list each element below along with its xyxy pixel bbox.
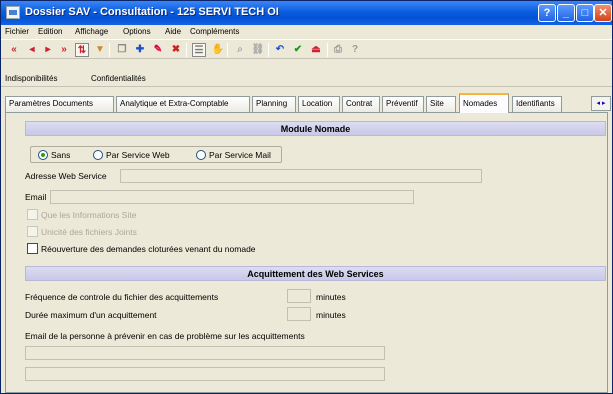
- tab-site[interactable]: Site: [426, 96, 456, 112]
- window-title: Dossier SAV - Consultation - 125 SERVI T…: [25, 6, 279, 18]
- toolbar-separator: [109, 43, 110, 57]
- undo-icon[interactable]: ↶: [273, 43, 287, 57]
- web-service-label: Adresse Web Service: [25, 171, 107, 181]
- menu-fichier[interactable]: Fichier: [5, 27, 29, 36]
- tab-analytique[interactable]: Analytique et Extra-Comptable: [116, 96, 250, 112]
- title-bar[interactable]: Dossier SAV - Consultation - 125 SERVI T…: [1, 1, 612, 25]
- duree-label: Durée maximum d'un acquittement: [25, 310, 157, 320]
- copy-icon[interactable]: ❐: [115, 43, 129, 57]
- email-field[interactable]: [50, 190, 414, 204]
- subtab-confidentialites[interactable]: Confidentialités: [91, 74, 146, 83]
- edit-icon[interactable]: ✎: [151, 43, 165, 57]
- radio-service-mail[interactable]: [196, 150, 206, 160]
- radio-service-mail-label[interactable]: Par Service Mail: [209, 150, 271, 160]
- hand-icon[interactable]: ✋: [211, 43, 225, 57]
- help-button[interactable]: ?: [538, 4, 556, 22]
- delete-icon[interactable]: ✖: [169, 43, 183, 57]
- subtab-indisponibilites[interactable]: Indisponibilités: [5, 74, 57, 83]
- sort-icon[interactable]: ⇅: [75, 43, 89, 57]
- toolbar-separator: [186, 43, 187, 57]
- add-icon[interactable]: ✚: [133, 43, 147, 57]
- validate-icon[interactable]: ✔: [291, 43, 305, 57]
- frequence-label: Fréquence de controle du fichier des acq…: [25, 292, 219, 302]
- email-label: Email: [25, 192, 47, 202]
- duree-field[interactable]: [287, 307, 311, 321]
- app-window: Dossier SAV - Consultation - 125 SERVI T…: [0, 0, 613, 394]
- first-icon[interactable]: «: [7, 43, 21, 57]
- checkbox-reouverture-label[interactable]: Réouverture des demandes cloturées venan…: [41, 244, 256, 254]
- tab-planning[interactable]: Planning: [252, 96, 296, 112]
- section-header-acquittement: Acquittement des Web Services: [25, 266, 606, 281]
- last-icon[interactable]: »: [57, 43, 71, 57]
- toolbar-separator: [327, 43, 328, 57]
- help-icon[interactable]: ?: [348, 43, 362, 57]
- acquittement-email-label: Email de la personne à prévenir en cas d…: [25, 331, 305, 341]
- web-service-field[interactable]: [120, 169, 482, 183]
- toolbar-separator: [227, 43, 228, 57]
- links-icon[interactable]: ⛓: [251, 43, 265, 57]
- radio-sans-label[interactable]: Sans: [51, 150, 70, 160]
- radio-service-web-label[interactable]: Par Service Web: [106, 150, 170, 160]
- tab-scroll-arrows[interactable]: ◂ ▸: [591, 96, 611, 111]
- menu-aide[interactable]: Aide: [165, 27, 181, 36]
- main-tabs: Paramètres Documents Analytique et Extra…: [1, 93, 612, 113]
- frequence-field[interactable]: [287, 289, 311, 303]
- checkbox-unicite-fichiers[interactable]: [27, 226, 38, 237]
- sub-tabs: Indisponibilités Confidentialités: [1, 71, 612, 87]
- radio-sans[interactable]: [38, 150, 48, 160]
- acquittement-email-field-1[interactable]: [25, 346, 385, 360]
- app-icon: [6, 6, 20, 19]
- menu-bar: Fichier Edition Affichage Options Aide C…: [1, 25, 612, 39]
- exit-icon[interactable]: ⏏: [309, 43, 323, 57]
- menu-complements[interactable]: Compléments: [190, 27, 239, 36]
- list-icon[interactable]: ☰: [192, 43, 206, 57]
- toolbar: « ◂ ▸ » ⇅ ▼ ❐ ✚ ✎ ✖ ☰ ✋ ⌕ ⛓ ↶ ✔ ⏏ ⎙ ?: [1, 39, 612, 59]
- print-icon[interactable]: ⎙: [331, 43, 345, 57]
- section-header-module-nomade: Module Nomade: [25, 121, 606, 136]
- menu-edition[interactable]: Edition: [38, 27, 62, 36]
- menu-options[interactable]: Options: [123, 27, 151, 36]
- maximize-button[interactable]: □: [576, 4, 594, 22]
- next-icon[interactable]: ▸: [41, 43, 55, 57]
- close-button[interactable]: ✕: [594, 4, 612, 22]
- tab-nomades[interactable]: Nomades: [459, 93, 509, 113]
- frequence-unit: minutes: [316, 292, 346, 302]
- search-icon[interactable]: ⌕: [233, 43, 247, 57]
- checkbox-infos-site-label: Que les Informations Site: [41, 210, 137, 220]
- acquittement-email-field-2[interactable]: [25, 367, 385, 381]
- checkbox-infos-site[interactable]: [27, 209, 38, 220]
- filter-icon[interactable]: ▼: [93, 43, 107, 57]
- checkbox-reouverture[interactable]: [27, 243, 38, 254]
- prev-icon[interactable]: ◂: [25, 43, 39, 57]
- duree-unit: minutes: [316, 310, 346, 320]
- minimize-button[interactable]: _: [557, 4, 575, 22]
- nomade-mode-radio-group: Sans Par Service Web Par Service Mail: [30, 146, 282, 163]
- checkbox-unicite-fichiers-label: Unicité des fichiers Joints: [41, 227, 137, 237]
- tab-preventif[interactable]: Préventif: [382, 96, 424, 112]
- tab-identifiants[interactable]: Identifiants: [512, 96, 562, 112]
- radio-service-web[interactable]: [93, 150, 103, 160]
- toolbar-separator: [268, 43, 269, 57]
- tab-contrat[interactable]: Contrat: [342, 96, 380, 112]
- menu-affichage[interactable]: Affichage: [75, 27, 108, 36]
- tab-location[interactable]: Location: [298, 96, 340, 112]
- tab-parametres-documents[interactable]: Paramètres Documents: [5, 96, 114, 112]
